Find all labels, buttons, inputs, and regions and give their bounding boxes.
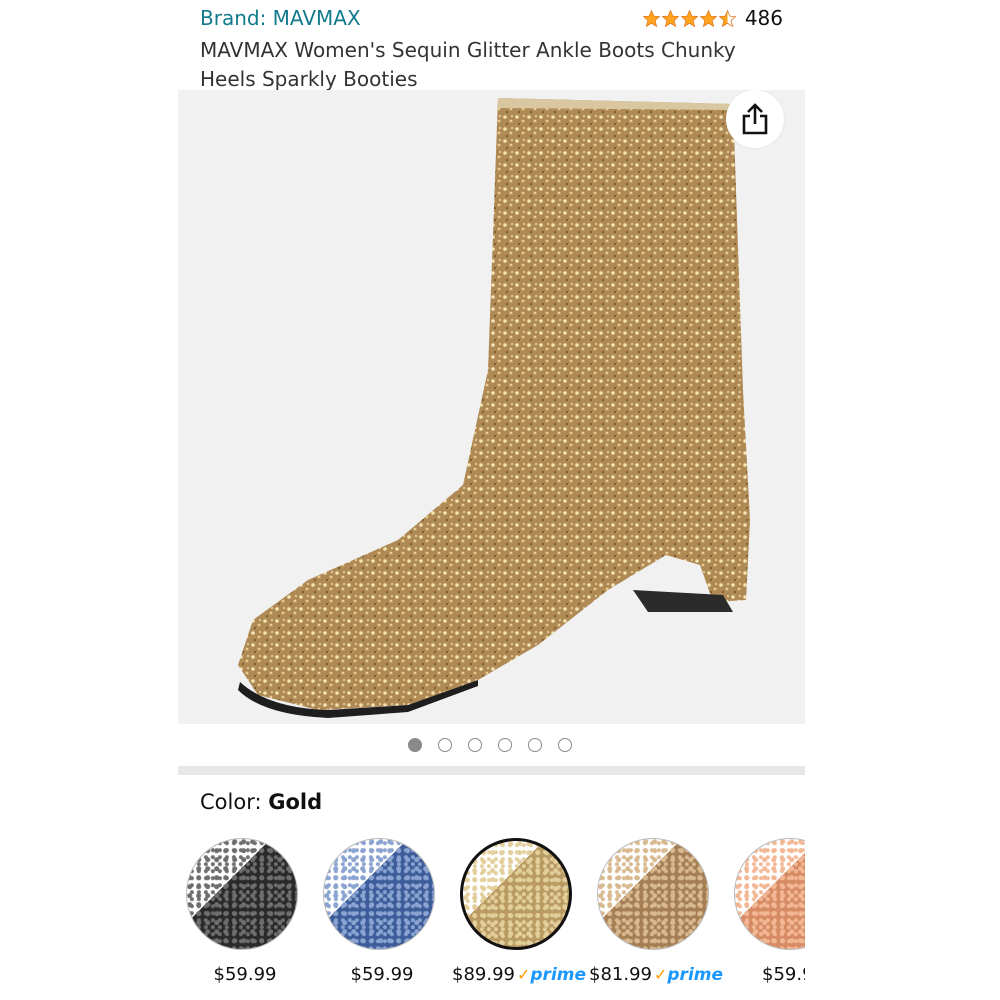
- prime-badge: ✓ prime: [654, 965, 723, 985]
- color-swatch-selected[interactable]: $89.99 ✓ prime: [452, 838, 586, 985]
- brand-link[interactable]: Brand: MAVMAX: [200, 6, 361, 30]
- swatch-price: $81.99: [589, 964, 652, 985]
- star-icon: [642, 9, 661, 27]
- star-icon: [699, 9, 718, 27]
- brand-row: Brand: MAVMAX 486: [200, 4, 785, 32]
- half-star-icon: [718, 9, 737, 27]
- product-image: [238, 98, 750, 718]
- pagination-dot[interactable]: [498, 738, 512, 752]
- product-header: Brand: MAVMAX 486 MAVMAX Women's Sequin …: [200, 4, 785, 94]
- color-swatch-list: $59.99 $59.99 $89.99 ✓ prime $81.99 ✓ prim…: [178, 838, 805, 1000]
- star-icon: [680, 9, 699, 27]
- swatch-price: $89.99: [452, 964, 515, 985]
- color-swatch[interactable]: $59.9: [734, 838, 805, 985]
- color-label: Color:: [200, 790, 269, 814]
- product-image-gallery[interactable]: [178, 90, 805, 724]
- swatch-price-row: $89.99 ✓ prime: [452, 964, 586, 985]
- swatch-image: [460, 838, 572, 950]
- product-title: MAVMAX Women's Sequin Glitter Ankle Boot…: [200, 38, 736, 91]
- prime-check-icon: ✓: [516, 965, 531, 984]
- pagination-dot[interactable]: [558, 738, 572, 752]
- rating-summary[interactable]: 486: [642, 6, 783, 30]
- star-rating: [642, 9, 737, 28]
- swatch-price: $59.9: [762, 964, 805, 985]
- color-selector-label: Color: Gold: [200, 790, 322, 814]
- selected-color: Gold: [268, 790, 323, 814]
- star-icon: [661, 9, 680, 27]
- swatch-price-row: $59.9: [734, 964, 805, 985]
- prime-check-icon: ✓: [653, 965, 668, 984]
- pagination-dot[interactable]: [408, 738, 422, 752]
- share-button[interactable]: [726, 90, 784, 148]
- swatch-price-row: $59.99: [323, 964, 441, 985]
- pagination-dot[interactable]: [438, 738, 452, 752]
- swatch-image: [186, 838, 298, 950]
- prime-label: prime: [667, 964, 724, 985]
- section-divider: [178, 766, 805, 775]
- swatch-image: [734, 838, 805, 950]
- product-page: Brand: MAVMAX 486 MAVMAX Women's Sequin …: [0, 0, 1000, 1000]
- image-pagination-dots: [408, 738, 572, 752]
- swatch-price-row: $59.99: [186, 964, 304, 985]
- swatch-image: [597, 838, 709, 950]
- swatch-price: $59.99: [213, 964, 277, 985]
- pagination-dot[interactable]: [528, 738, 542, 752]
- swatch-price: $59.99: [350, 964, 414, 985]
- pagination-dot[interactable]: [468, 738, 482, 752]
- color-swatch[interactable]: $59.99: [186, 838, 304, 985]
- prime-label: prime: [530, 964, 587, 985]
- color-swatch[interactable]: $59.99: [323, 838, 441, 985]
- share-icon: [742, 103, 768, 135]
- swatch-image: [323, 838, 435, 950]
- swatch-price-row: $81.99 ✓ prime: [589, 964, 723, 985]
- color-swatch[interactable]: $81.99 ✓ prime: [589, 838, 723, 985]
- prime-badge: ✓ prime: [517, 965, 586, 985]
- rating-count: 486: [744, 6, 783, 30]
